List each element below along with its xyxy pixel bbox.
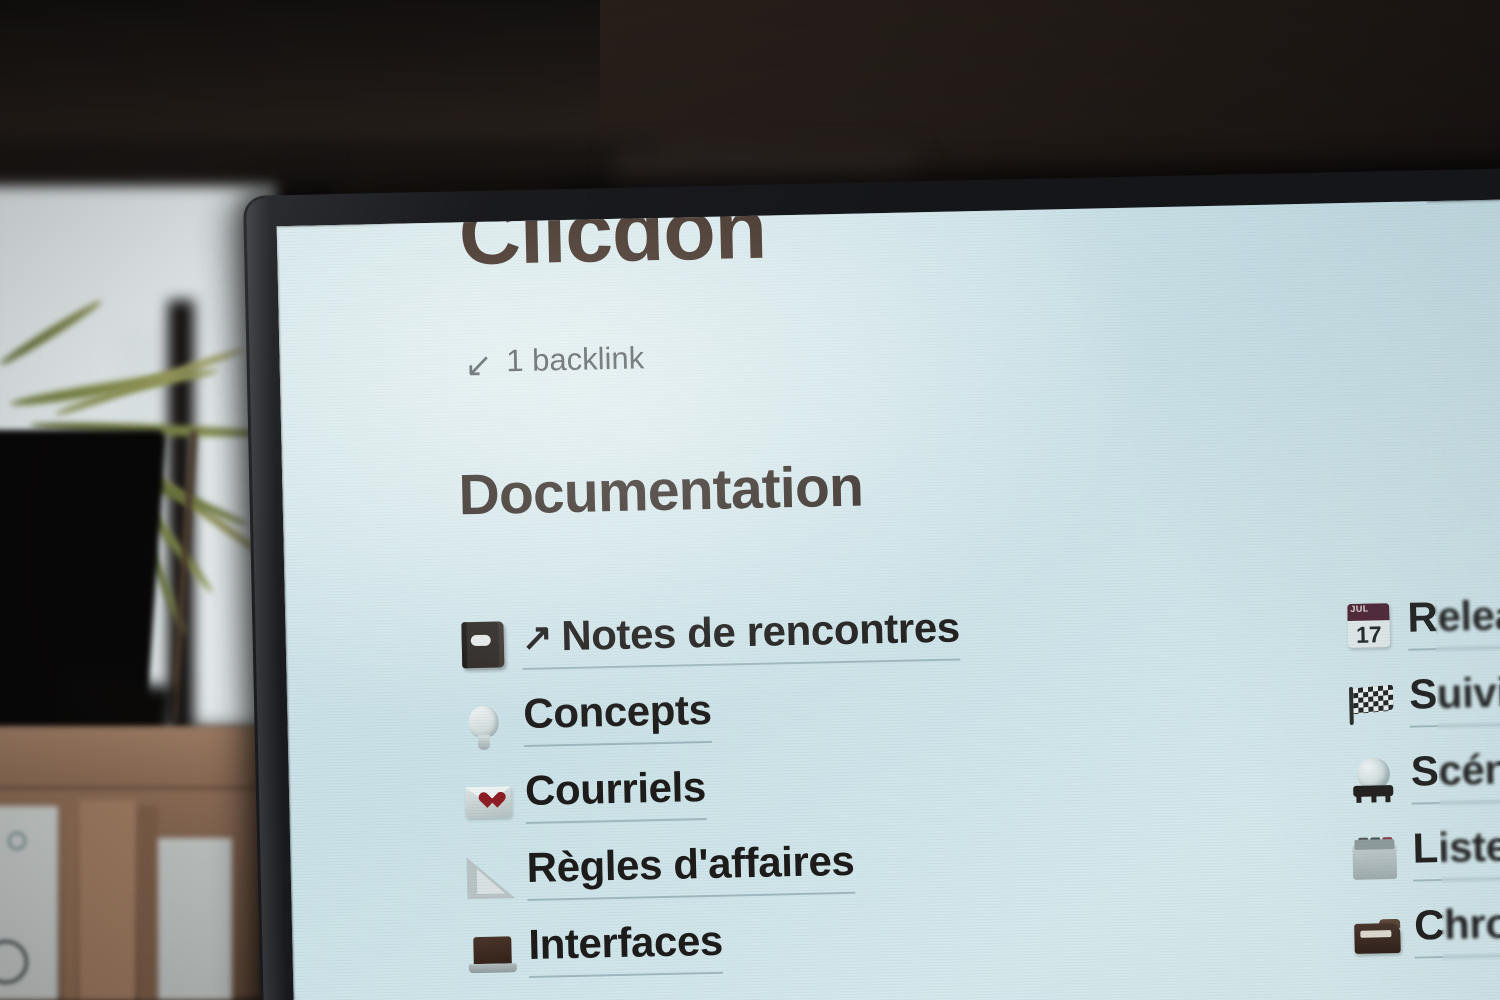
doc-link-liste[interactable]: Liste d xyxy=(1411,821,1500,882)
doc-link-label: Scénar xyxy=(1410,744,1500,795)
page-title: Clicdon xyxy=(457,197,767,284)
doc-link-label: Courriels xyxy=(524,763,707,814)
documentation-right-column: JUL 17 Releas Suivi Scénar Liste Chrono xyxy=(1347,576,1500,970)
arrow-down-left-icon: ↙ xyxy=(464,345,493,383)
doc-link-label: Releas xyxy=(1406,590,1500,641)
shelf-board xyxy=(0,726,265,788)
card-index-box-icon xyxy=(1352,831,1413,880)
list-item[interactable]: ↗ Notes de rencontres xyxy=(461,591,1083,682)
doc-link-courriels[interactable]: Courriels xyxy=(524,763,707,824)
doc-link-notes-de-rencontres[interactable]: ↗ Notes de rencontres xyxy=(521,603,961,671)
doc-link-label: Interfaces xyxy=(527,916,724,968)
doc-link-regles-d-affaires[interactable]: Règles d'affaires xyxy=(526,836,856,901)
book xyxy=(78,800,136,1000)
calendar-month: JUL xyxy=(1350,603,1369,615)
documentation-columns: ↗ Notes de rencontres Concepts Courriels… xyxy=(285,580,1500,978)
list-item[interactable]: JUL 17 Releas xyxy=(1347,576,1500,662)
laptop-icon xyxy=(468,928,529,972)
documentation-left-column: ↗ Notes de rencontres Concepts Courriels… xyxy=(461,591,1089,989)
list-item[interactable]: Concepts xyxy=(463,668,1085,759)
list-item[interactable]: Règles d'affaires xyxy=(466,822,1088,913)
list-item[interactable]: Chrono xyxy=(1353,884,1500,970)
doc-link-label: Règles d'affaires xyxy=(526,836,855,891)
file-box-icon xyxy=(1354,909,1415,955)
book xyxy=(158,838,232,1000)
list-item[interactable]: Scénar xyxy=(1350,730,1500,816)
section-heading-documentation: Documentation xyxy=(457,454,864,528)
note-page: Clicdon ↙ 1 backlink Documentation ↗ Not… xyxy=(277,198,1500,1000)
book xyxy=(138,806,158,1000)
doc-link-label: Concepts xyxy=(522,685,712,738)
backlink-label: 1 backlink xyxy=(505,340,645,379)
doc-link-chrono[interactable]: Chrono xyxy=(1413,898,1500,959)
book-cover-mark xyxy=(8,832,26,850)
backlink-row[interactable]: ↙ 1 backlink xyxy=(464,340,645,383)
chequered-flag-icon xyxy=(1348,677,1410,726)
doc-link-concepts[interactable]: Concepts xyxy=(522,685,713,747)
doc-link-releases[interactable]: Releas xyxy=(1406,590,1500,651)
list-item[interactable]: Courriels xyxy=(464,745,1086,836)
calendar-day: 17 xyxy=(1355,621,1382,649)
doc-link-label: Chrono xyxy=(1413,898,1500,949)
doc-link-interfaces[interactable]: Interfaces xyxy=(527,916,724,978)
doc-link-label: Suivi d xyxy=(1408,668,1500,718)
light-bulb-icon xyxy=(463,698,524,741)
doc-link-scenarios[interactable]: Scénar xyxy=(1410,744,1500,805)
list-item[interactable]: Liste d xyxy=(1352,807,1500,893)
list-item[interactable]: Suivi d xyxy=(1348,653,1500,739)
doc-link-label: Liste d xyxy=(1411,822,1500,872)
crystal-ball-icon xyxy=(1350,753,1411,804)
tear-off-calendar-icon: JUL 17 xyxy=(1347,599,1408,649)
photo-scene: Clicdon ↙ 1 backlink Documentation ↗ Not… xyxy=(0,0,1500,1000)
monitor: Clicdon ↙ 1 backlink Documentation ↗ Not… xyxy=(243,167,1500,1000)
triangular-ruler-icon xyxy=(466,850,527,896)
monitor-screen: Clicdon ↙ 1 backlink Documentation ↗ Not… xyxy=(276,197,1500,1000)
external-link-icon: ↗ xyxy=(521,616,553,659)
love-letter-icon xyxy=(464,774,526,819)
doc-link-label: Notes de rencontres xyxy=(560,603,961,660)
book xyxy=(62,798,78,1000)
doc-link-suivi[interactable]: Suivi d xyxy=(1408,667,1500,728)
list-item[interactable]: Interfaces xyxy=(468,899,1090,990)
notebook-icon xyxy=(461,618,522,669)
